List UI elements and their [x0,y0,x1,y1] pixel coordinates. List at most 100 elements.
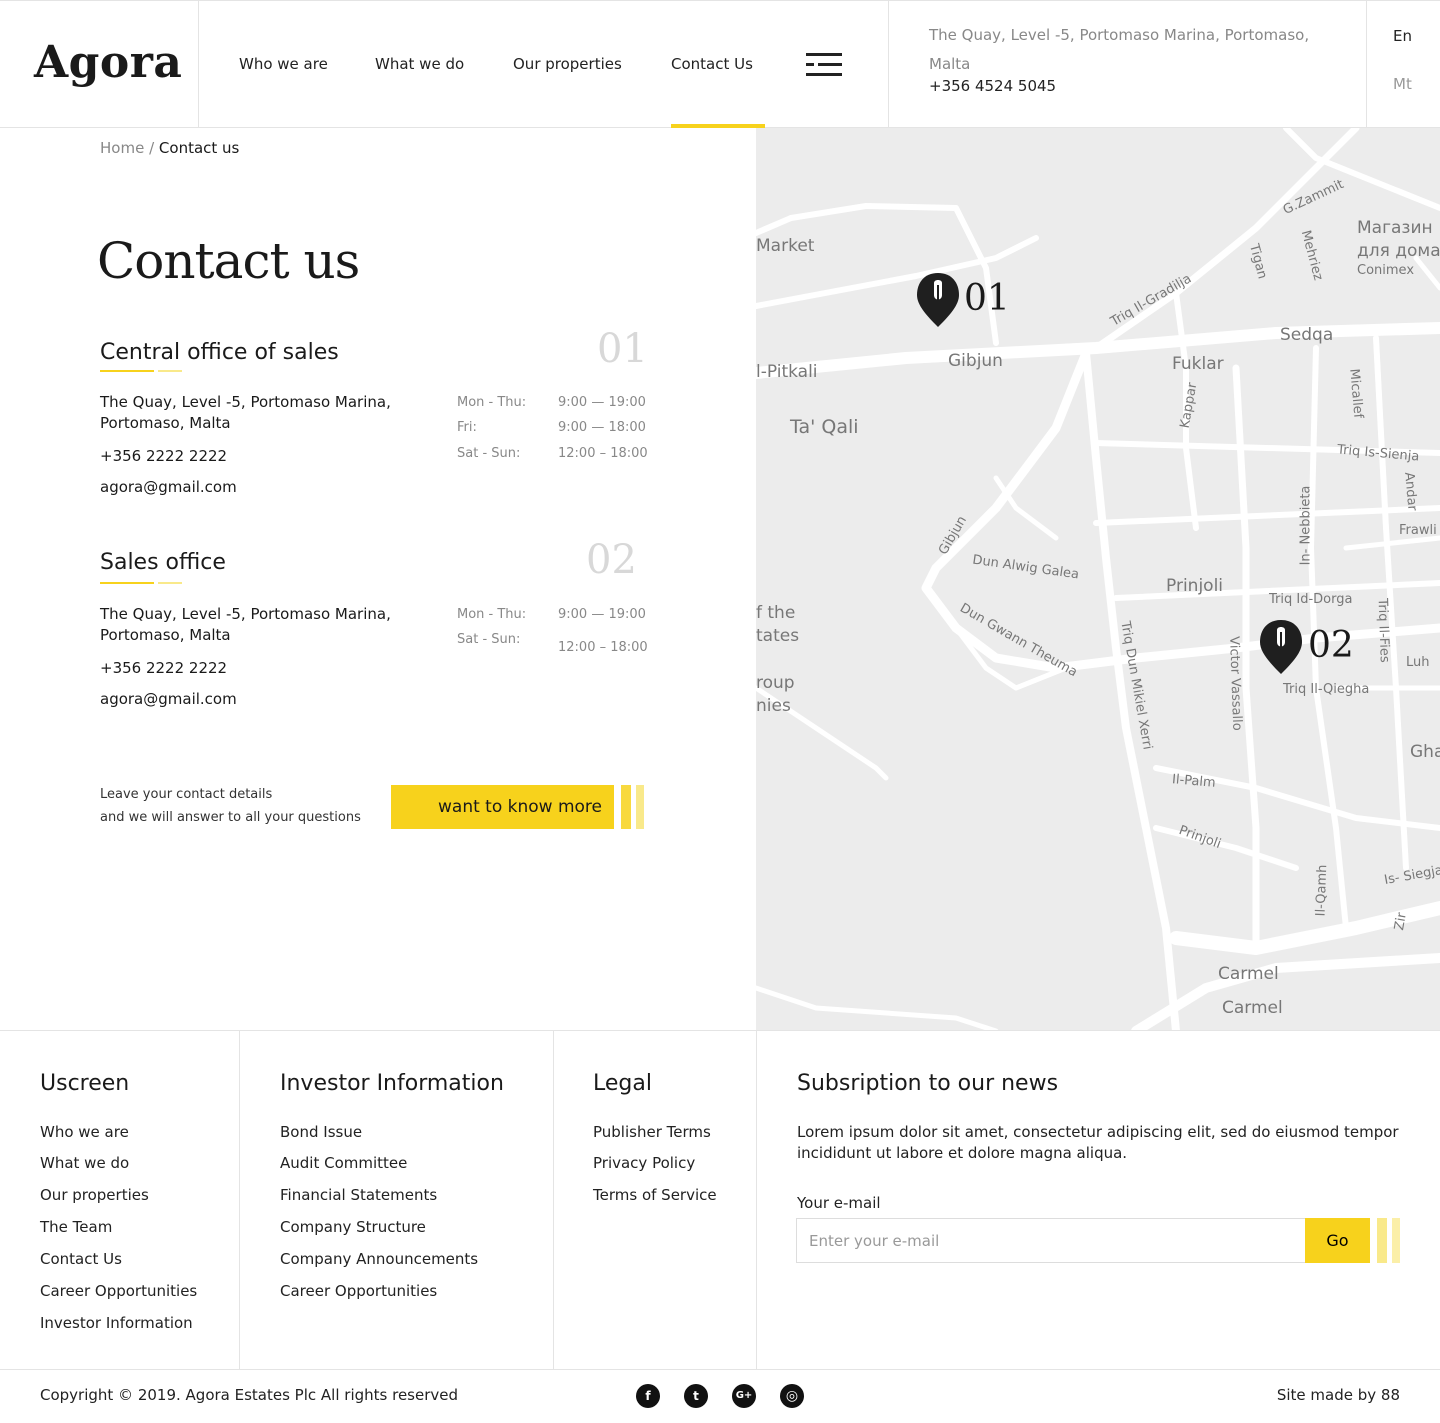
footer-col-title: Investor Information [280,1071,504,1096]
office-1-number: 01 [597,326,648,372]
map-label: Sedqa [1280,325,1334,345]
twitter-icon[interactable]: t [684,1384,708,1408]
cta-decor-bar [636,785,644,829]
footer-col-title: Legal [593,1071,652,1096]
nav-what-we-do[interactable]: What we do [375,55,464,73]
office-1-hours-value: 9:00 — 19:00 [558,395,646,410]
map-label: Triq Il-Fies [1374,598,1392,663]
map-pin-number: 02 [1308,625,1354,666]
breadcrumb-current: Contact us [158,139,240,157]
footer-link[interactable]: Our properties [40,1186,149,1204]
footer-col-title: Uscreen [40,1071,130,1096]
office-2-title: Sales office [100,550,226,575]
office-1-title: Central office of sales [100,340,339,365]
cta-decor-bar [621,785,631,829]
office-2-hours-value: 12:00 – 18:00 [558,640,648,655]
made-by: Site made by 88 [1276,1386,1400,1404]
nav-who-we-are[interactable]: Who we are [239,55,328,73]
footer-link[interactable]: Company Announcements [280,1250,478,1268]
go-decor-bar [1392,1218,1400,1263]
map-label: Triq Il-Qiegha [1283,682,1370,697]
subscribe-title: Subsription to our news [797,1071,1059,1096]
facebook-icon[interactable]: f [636,1384,660,1408]
map-label: Carmel [1222,998,1283,1018]
footer-link[interactable]: Privacy Policy [593,1154,695,1172]
footer-divider [756,1031,757,1370]
breadcrumb-home[interactable]: Home [100,139,144,157]
office-1-hours-label: Mon - Thu: [457,395,527,410]
map-roads [756,128,1440,1031]
map-label: Il-Qamh [1313,864,1331,917]
footer-link[interactable]: Investor Information [40,1314,193,1332]
office-1-hours-value: 12:00 – 18:00 [558,446,648,461]
footer-link[interactable]: Financial Statements [280,1186,437,1204]
map-label: Prinjoli [1166,576,1224,596]
footer: Uscreen Who we are What we do Our proper… [0,1030,1440,1370]
office-2-hours-label: Sat - Sun: [457,632,521,647]
office-2-phone[interactable]: +356 2222 2222 [100,658,227,679]
footer-divider [553,1031,554,1370]
footer-link[interactable]: Terms of Service [593,1186,717,1204]
page-title: Contact us [97,232,360,290]
office-1-phone[interactable]: +356 2222 2222 [100,446,227,467]
map-label: Ta' Qali [790,416,859,438]
footer-link[interactable]: Who we are [40,1123,129,1141]
footer-link[interactable]: Career Opportunities [40,1282,197,1300]
breadcrumb-separator: / [149,139,155,157]
footer-link[interactable]: What we do [40,1154,129,1172]
want-to-know-more-button[interactable]: want to know more [391,785,614,829]
footer-link[interactable]: The Team [40,1218,112,1236]
map-label: roup [756,673,795,693]
map-label: Fuklar [1172,354,1224,374]
map-pin-icon[interactable] [1259,618,1303,676]
nav-contact-us[interactable]: Contact Us [671,55,753,73]
header-address: The Quay, Level -5, Portomaso Marina, Po… [929,26,1310,73]
map-label: Магазин [1357,218,1433,238]
nav-our-properties[interactable]: Our properties [513,55,622,73]
map-label: Ghari [1410,742,1440,762]
cta-line-2: and we will answer to all your questions [100,810,361,825]
copyright: Copyright © 2019. Agora Estates Plc All … [40,1386,459,1404]
office-2-hours-value: 9:00 — 19:00 [558,607,646,622]
map[interactable]: Market l-Pitkali Gibjun Ta' Qali Fuklar … [756,128,1440,1031]
footer-link[interactable]: Company Structure [280,1218,426,1236]
map-label: Market [756,236,815,256]
logo[interactable]: Agora [34,37,182,88]
map-label: l-Pitkali [756,362,818,382]
map-label: Gibjun [948,351,1003,371]
footer-link[interactable]: Publisher Terms [593,1123,711,1141]
menu-icon[interactable] [806,51,842,79]
footer-link[interactable]: Career Opportunities [280,1282,437,1300]
office-1-email[interactable]: agora@gmail.com [100,477,237,498]
site-header: Agora Who we are What we do Our properti… [0,0,1440,128]
map-label: Triq Id-Dorga [1269,592,1353,607]
office-1-hours-label: Sat - Sun: [457,446,521,461]
footer-link[interactable]: Contact Us [40,1250,122,1268]
office-2-hours-label: Mon - Thu: [457,607,527,622]
subscribe-text: Lorem ipsum dolor sit amet, consectetur … [797,1123,1399,1162]
office-1-underline [100,370,182,372]
map-label: In- Nebbieta [1298,485,1314,566]
map-label: Carmel [1218,964,1279,984]
office-2-email[interactable]: agora@gmail.com [100,689,237,710]
lang-mt[interactable]: Mt [1393,75,1412,93]
footer-link[interactable]: Audit Committee [280,1154,407,1172]
nav-active-indicator [671,124,765,128]
email-label: Your e-mail [797,1194,881,1212]
map-pin-number: 01 [964,278,1010,319]
map-pin-icon[interactable] [916,271,960,329]
email-input[interactable] [796,1218,1306,1263]
map-label: tates [756,626,800,646]
footer-divider [239,1031,240,1370]
go-button[interactable]: Go [1305,1218,1370,1263]
header-phone[interactable]: +356 4524 5045 [929,77,1056,95]
cta-text: Leave your contact details and we will a… [100,783,361,829]
office-2-underline [100,582,182,584]
lang-en[interactable]: En [1393,27,1412,45]
instagram-icon[interactable]: ◎ [780,1384,804,1408]
office-1-address: The Quay, Level -5, Portomaso Marina, Po… [100,393,391,432]
footer-link[interactable]: Bond Issue [280,1123,362,1141]
google-plus-icon[interactable]: G+ [732,1384,756,1408]
office-1-hours-label: Fri: [457,420,477,435]
map-label: f the [756,603,796,623]
